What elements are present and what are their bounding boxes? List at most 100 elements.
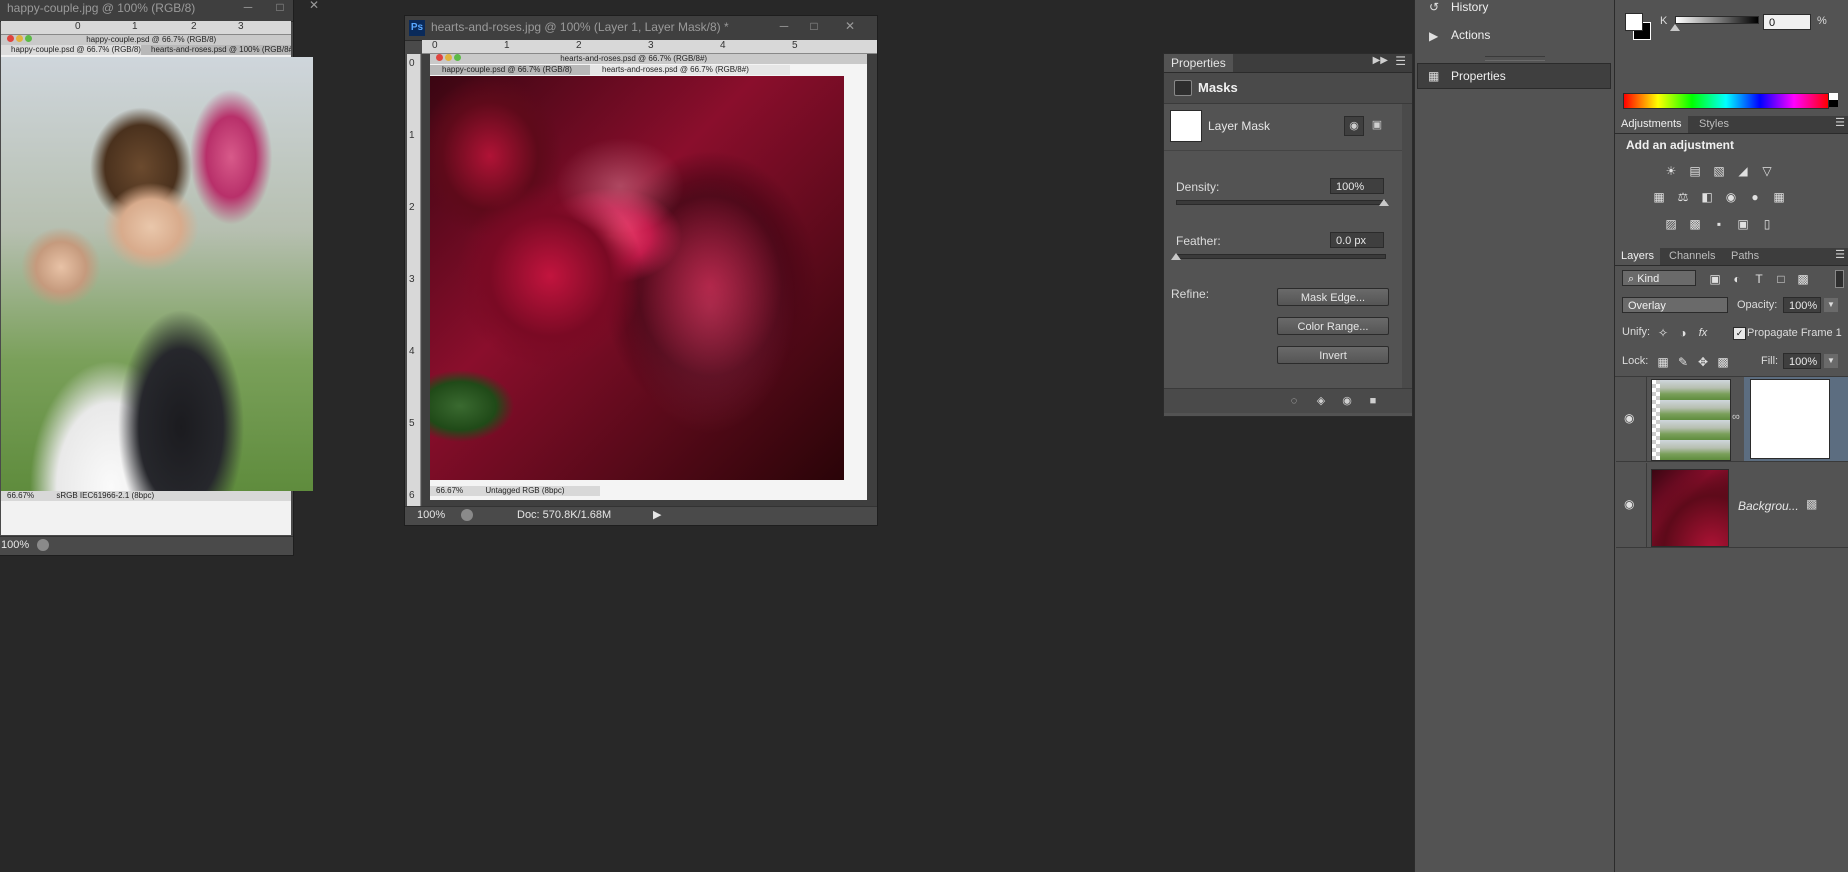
zoom-level[interactable]: 100% bbox=[1, 539, 29, 551]
color-spectrum-bar[interactable] bbox=[1623, 93, 1829, 109]
k-slider[interactable] bbox=[1675, 16, 1759, 24]
panel-menu-icon[interactable]: ☰ bbox=[1835, 248, 1845, 261]
chain-link-icon[interactable]: ∞ bbox=[1732, 411, 1740, 423]
inner-doc-tab[interactable]: hearts-and-roses.psd @ 66.7% (RGB/8#) bbox=[590, 65, 790, 75]
dock-actions[interactable]: Actions bbox=[1451, 24, 1490, 46]
load-selection-icon[interactable]: ◌ bbox=[1285, 392, 1303, 410]
inner-doc-tab[interactable]: happy-couple.psd @ 66.7% (RGB/8) bbox=[430, 65, 590, 75]
layer-mask-row[interactable]: Layer Mask ◉ ▣ bbox=[1164, 104, 1402, 151]
color-balance-icon[interactable]: ⚖ bbox=[1675, 190, 1691, 204]
panel-scroll-strip[interactable] bbox=[1402, 104, 1412, 388]
inner-doc-tab[interactable]: happy-couple.psd @ 66.7% (RGB/8) bbox=[1, 45, 141, 55]
actions-play-icon[interactable]: ▶ bbox=[1429, 29, 1438, 43]
doc-window-happy-couple[interactable]: happy-couple.jpg @ 100% (RGB/8) ─ □ ✕ 0 … bbox=[0, 0, 319, 556]
blend-mode-select[interactable]: Overlay bbox=[1622, 297, 1728, 313]
hue-saturation-icon[interactable]: ▦ bbox=[1651, 190, 1667, 204]
propagate-checkbox[interactable]: ✓ bbox=[1733, 327, 1746, 340]
layer-mask-thumbnail[interactable] bbox=[1744, 377, 1848, 461]
photo-filter-icon[interactable]: ◉ bbox=[1723, 190, 1739, 204]
maximize-icon[interactable]: □ bbox=[267, 0, 293, 15]
minimize-icon[interactable]: ─ bbox=[235, 0, 261, 15]
lock-all-icon[interactable]: ▩ bbox=[1715, 355, 1731, 369]
levels-icon[interactable]: ▤ bbox=[1687, 164, 1703, 178]
lock-position-icon[interactable]: ✥ bbox=[1695, 355, 1711, 369]
status-menu-icon[interactable] bbox=[37, 539, 49, 551]
canvas-area[interactable]: happy-couple.psd @ 66.7% (RGB/8) happy-c… bbox=[1, 35, 313, 535]
unify-position-icon[interactable]: ✧ bbox=[1655, 326, 1671, 340]
visibility-eye-icon[interactable]: ◉ bbox=[1624, 497, 1634, 511]
maximize-icon[interactable]: □ bbox=[801, 18, 827, 34]
spectrum-swatch-black[interactable] bbox=[1829, 100, 1838, 107]
feather-slider-thumb[interactable] bbox=[1171, 253, 1181, 260]
minimize-icon[interactable]: ─ bbox=[771, 18, 797, 34]
filter-pixel-icon[interactable]: ▣ bbox=[1707, 272, 1723, 286]
zoom-level[interactable]: 100% bbox=[417, 509, 445, 521]
panel-menu-icon[interactable]: ☰ bbox=[1395, 54, 1406, 68]
k-slider-thumb[interactable] bbox=[1670, 24, 1680, 31]
dock-properties-item[interactable]: ▦ Properties bbox=[1417, 63, 1611, 89]
panel-menu-icon[interactable]: ☰ bbox=[1835, 116, 1845, 129]
layer-row[interactable]: ◉ Backgrou... ▩ bbox=[1616, 463, 1848, 548]
fill-input[interactable]: 100% bbox=[1783, 353, 1821, 369]
color-range-button[interactable]: Color Range... bbox=[1277, 317, 1389, 335]
doc-window-hearts-and-roses[interactable]: Ps hearts-and-roses.jpg @ 100% (Layer 1,… bbox=[404, 15, 878, 526]
layer-row[interactable]: ◉ ∞ bbox=[1616, 377, 1848, 462]
visibility-eye-icon[interactable]: ◉ bbox=[1624, 411, 1634, 425]
foreground-color-swatch[interactable] bbox=[1625, 13, 1643, 31]
close-icon[interactable]: ✕ bbox=[301, 0, 327, 13]
filter-type-icon[interactable]: T bbox=[1751, 272, 1767, 286]
posterize-icon[interactable]: ▩ bbox=[1687, 217, 1703, 231]
tab-paths[interactable]: Paths bbox=[1725, 248, 1765, 265]
unify-visibility-icon[interactable]: ◑ bbox=[1675, 326, 1691, 340]
filter-toggle[interactable] bbox=[1835, 270, 1844, 288]
status-menu-icon[interactable] bbox=[461, 509, 473, 521]
invert-button[interactable]: Invert bbox=[1277, 346, 1389, 364]
unify-style-icon[interactable]: fx bbox=[1695, 326, 1711, 340]
exposure-icon[interactable]: ◢ bbox=[1735, 164, 1751, 178]
tab-properties[interactable]: Properties bbox=[1164, 54, 1233, 72]
color-lookup-icon[interactable]: ▦ bbox=[1771, 190, 1787, 204]
spectrum-swatch-white[interactable] bbox=[1829, 93, 1838, 100]
inner-doc-tab[interactable]: hearts-and-roses.psd @ 100% (RGB/8#) bbox=[141, 45, 291, 55]
brightness-icon[interactable]: ☀ bbox=[1663, 164, 1679, 178]
filter-adjustment-icon[interactable]: ◐ bbox=[1729, 272, 1745, 286]
visibility-eye-icon[interactable]: ◉ bbox=[1338, 392, 1356, 410]
history-icon[interactable]: ↺ bbox=[1429, 0, 1439, 14]
canvas-area[interactable]: hearts-and-roses.psd @ 66.7% (RGB/8#) ha… bbox=[422, 54, 877, 509]
status-arrow-icon[interactable]: ▶ bbox=[653, 508, 661, 521]
invert-adj-icon[interactable]: ▨ bbox=[1663, 217, 1679, 231]
layer-filter-select[interactable]: ⌕ Kind bbox=[1622, 270, 1696, 286]
lock-image-icon[interactable]: ✎ bbox=[1675, 355, 1691, 369]
collapse-icon[interactable]: ▶▶ bbox=[1373, 55, 1388, 66]
mask-edge-button[interactable]: Mask Edge... bbox=[1277, 288, 1389, 306]
opacity-input[interactable]: 100% bbox=[1783, 297, 1821, 313]
doc-titlebar[interactable]: Ps hearts-and-roses.jpg @ 100% (Layer 1,… bbox=[405, 16, 877, 41]
tab-adjustments[interactable]: Adjustments bbox=[1615, 116, 1688, 133]
selective-color-icon[interactable]: ▣ bbox=[1735, 217, 1751, 231]
close-icon[interactable]: ✕ bbox=[837, 18, 863, 34]
filter-shape-icon[interactable]: □ bbox=[1773, 272, 1789, 286]
fill-dropdown-icon[interactable]: ▼ bbox=[1824, 354, 1838, 368]
trash-icon[interactable]: ■ bbox=[1364, 392, 1382, 410]
lock-transparent-icon[interactable]: ▦ bbox=[1655, 355, 1671, 369]
k-value-input[interactable]: 0 bbox=[1763, 14, 1811, 30]
density-slider-thumb[interactable] bbox=[1379, 199, 1389, 206]
apply-mask-icon[interactable]: ◈ bbox=[1312, 392, 1330, 410]
select-mask-icon[interactable]: ◉ bbox=[1344, 116, 1364, 136]
feather-input[interactable]: 0.0 px bbox=[1330, 232, 1384, 248]
feather-slider[interactable] bbox=[1176, 254, 1386, 259]
filter-smart-object-icon[interactable]: ▩ bbox=[1795, 272, 1811, 286]
vibrance-icon[interactable]: ▽ bbox=[1759, 164, 1775, 178]
threshold-icon[interactable]: ▪ bbox=[1711, 217, 1727, 231]
density-input[interactable]: 100% bbox=[1330, 178, 1384, 194]
opacity-dropdown-icon[interactable]: ▼ bbox=[1824, 298, 1838, 312]
add-vector-mask-icon[interactable]: ▣ bbox=[1368, 116, 1386, 134]
tab-styles[interactable]: Styles bbox=[1693, 116, 1735, 133]
gradient-map-icon[interactable]: ▯ bbox=[1759, 217, 1775, 231]
properties-panel[interactable]: Properties ▶▶ ☰ Masks Layer Mask ◉ ▣ Den… bbox=[1163, 53, 1413, 417]
black-white-icon[interactable]: ◧ bbox=[1699, 190, 1715, 204]
color-panel[interactable]: K 0 % bbox=[1615, 0, 1848, 116]
curves-icon[interactable]: ▧ bbox=[1711, 164, 1727, 178]
tab-layers[interactable]: Layers bbox=[1615, 248, 1661, 265]
channel-mixer-icon[interactable]: ● bbox=[1747, 190, 1763, 204]
